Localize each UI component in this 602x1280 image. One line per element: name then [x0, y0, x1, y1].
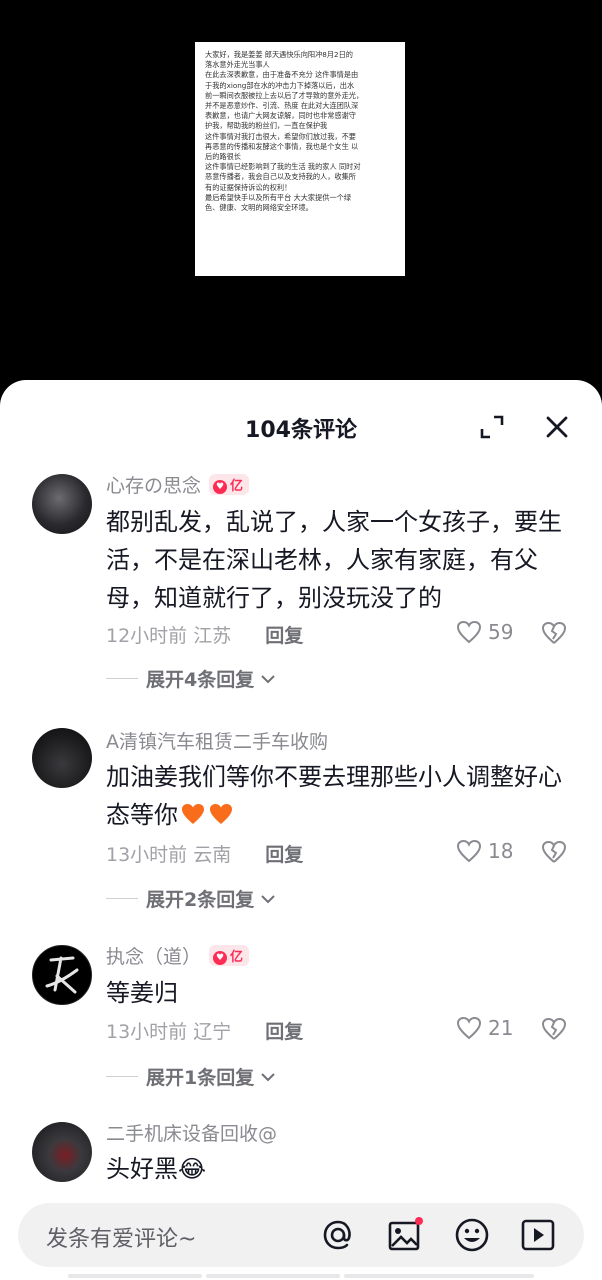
document-line: 表歉意，也请广大网友谅解，同时也非常感谢守	[205, 111, 356, 121]
expand-replies-label: 展开1条回复	[146, 1067, 255, 1089]
comment-text: 都别乱发，乱说了，人家一个女孩子，要生活，不是在深山老林，人家有家庭，有父母，知…	[106, 508, 562, 612]
statement-document-image: 大家好，我是姜姜 郎天遇快乐向阳冲8月2日的 落水意外走光当事人 在此去深表歉意，由…	[195, 42, 405, 276]
expand-replies-button[interactable]: 展开1条回复	[106, 1063, 276, 1090]
like-button[interactable]: 21	[456, 1016, 513, 1040]
comment-text-body: 加油姜我们等你不要去理那些小人调整好心态等你	[106, 763, 562, 829]
document-line: 再恶意的传播和发酵这个事情，我也是个女生 以	[205, 141, 359, 151]
fan-badge: ♥ 亿	[209, 474, 250, 495]
orange-heart-emoji-icon	[210, 804, 232, 824]
smile-icon[interactable]	[454, 1217, 490, 1253]
avatar[interactable]	[32, 728, 92, 788]
chevron-down-icon	[261, 894, 275, 903]
image-icon[interactable]	[387, 1217, 423, 1253]
chevron-down-icon	[261, 1072, 275, 1081]
document-line: 最后希望快手以及所有平台 大大家提供一个绿	[205, 192, 352, 202]
expand-replies-label: 展开2条回复	[146, 889, 255, 911]
badge-label: 亿	[230, 479, 244, 494]
comment-time: 13小时前	[106, 844, 188, 866]
fan-badge: ♥ 亿	[209, 945, 250, 966]
document-line: 这件事情已经影响到了我的生活 我的家人 同时对	[205, 162, 361, 172]
comment-meta: 12小时前 江苏 回复	[106, 621, 303, 648]
comment-sheet: 104条评论 心存の思念 ♥ 亿 都别乱发，乱说了，人家一个女孩子，要生活，不是在深…	[0, 380, 602, 1280]
heart-outline-icon	[456, 1016, 482, 1040]
broken-heart-icon[interactable]	[541, 840, 567, 864]
close-icon[interactable]	[544, 414, 570, 440]
reply-button[interactable]: 回复	[265, 1021, 303, 1043]
username-text: 执念（道）	[106, 946, 202, 968]
comment-text: 加油姜我们等你不要去理那些小人调整好心态等你	[106, 758, 576, 834]
expand-replies-label: 展开4条回复	[146, 669, 255, 691]
like-button[interactable]: 18	[456, 839, 513, 863]
comment-location: 辽宁	[193, 1021, 232, 1043]
like-count: 21	[488, 1016, 514, 1040]
divider-line	[106, 1076, 138, 1077]
document-line: 护我，帮助我的粉丝们，一直在保护我	[205, 121, 328, 131]
document-line: 在此去深表歉意，由于准备不充分 这件事情是由	[205, 70, 359, 80]
comment-meta: 13小时前 辽宁 回复	[106, 1017, 303, 1044]
video-area[interactable]: 大家好，我是姜姜 郎天遇快乐向阳冲8月2日的 落水意外走光当事人 在此去深表歉意，由…	[0, 0, 602, 380]
avatar[interactable]	[32, 474, 92, 534]
badge-label: 亿	[230, 950, 244, 965]
document-line: 大家好，我是姜姜 郎天遇快乐向阳冲8月2日的	[205, 50, 353, 59]
at-icon[interactable]	[320, 1217, 356, 1253]
username-text: 心存の思念	[106, 475, 202, 497]
comment-text: 头好黑😂	[106, 1155, 207, 1183]
comment-username[interactable]: 心存の思念 ♥ 亿	[106, 471, 250, 498]
comment-meta: 13小时前 云南 回复	[106, 840, 303, 867]
document-line: 后的路很长	[205, 152, 241, 162]
document-line: 于我的xiong部在水的冲击力下掉落以后，出水	[205, 80, 355, 90]
comment-username[interactable]: 执念（道） ♥ 亿	[106, 942, 250, 969]
document-line: 这件事情对我打击很大，希望你们放过我，不要	[205, 131, 356, 141]
chevron-down-icon	[261, 674, 275, 683]
document-line: 有的证据保持诉讼的权利！	[205, 182, 292, 192]
comment-location: 江苏	[193, 625, 232, 647]
heart-outline-icon	[456, 620, 482, 644]
like-button[interactable]: 59	[456, 620, 513, 644]
like-count: 59	[488, 620, 514, 644]
comment-time: 12小时前	[106, 625, 188, 647]
avatar[interactable]	[32, 1122, 92, 1182]
expand-replies-button[interactable]: 展开2条回复	[106, 885, 276, 912]
reply-button[interactable]: 回复	[265, 625, 303, 647]
divider-line	[106, 678, 138, 679]
comment-location: 云南	[193, 844, 232, 866]
sheet-header: 104条评论	[0, 380, 602, 474]
comment-count-title: 104条评论	[245, 418, 357, 443]
comment-time: 13小时前	[106, 1021, 188, 1043]
reply-button[interactable]: 回复	[265, 844, 303, 866]
comment-text: 等姜归	[106, 979, 178, 1007]
heart-outline-icon	[456, 839, 482, 863]
broken-heart-icon[interactable]	[541, 621, 567, 645]
home-indicator	[0, 1274, 602, 1280]
like-count: 18	[488, 839, 514, 863]
calligraphy-logo-icon	[45, 956, 79, 994]
comment-username[interactable]: A清镇汽车租赁二手车收购	[106, 727, 328, 754]
document-line: 恶意传播者，我会自己以及支持我的人，收集所	[205, 172, 356, 182]
expand-replies-button[interactable]: 展开4条回复	[106, 665, 276, 692]
comment-input-bar[interactable]: 发条有爱评论~	[18, 1203, 584, 1267]
heart-badge-icon: ♥	[213, 951, 228, 965]
orange-heart-emoji-icon	[182, 804, 204, 824]
fullscreen-icon[interactable]	[479, 414, 505, 440]
play-box-icon[interactable]	[520, 1217, 556, 1253]
comment-input-placeholder[interactable]: 发条有爱评论~	[46, 1221, 196, 1253]
document-line: 落水意外走光当事人	[205, 60, 270, 70]
document-line: 前一瞬间衣服被拉上去以后了才导致的意外走光，	[205, 90, 364, 100]
comment-username[interactable]: 二手机床设备回收@	[106, 1119, 277, 1146]
document-line: 并不是恶意炒作、引流、热度 在此对大连团队深	[205, 101, 359, 111]
divider-line	[106, 898, 138, 899]
avatar[interactable]	[32, 945, 92, 1005]
broken-heart-icon[interactable]	[541, 1017, 567, 1041]
heart-badge-icon: ♥	[213, 480, 228, 494]
document-line: 色、健康、文明的网络安全环境。	[205, 203, 313, 213]
